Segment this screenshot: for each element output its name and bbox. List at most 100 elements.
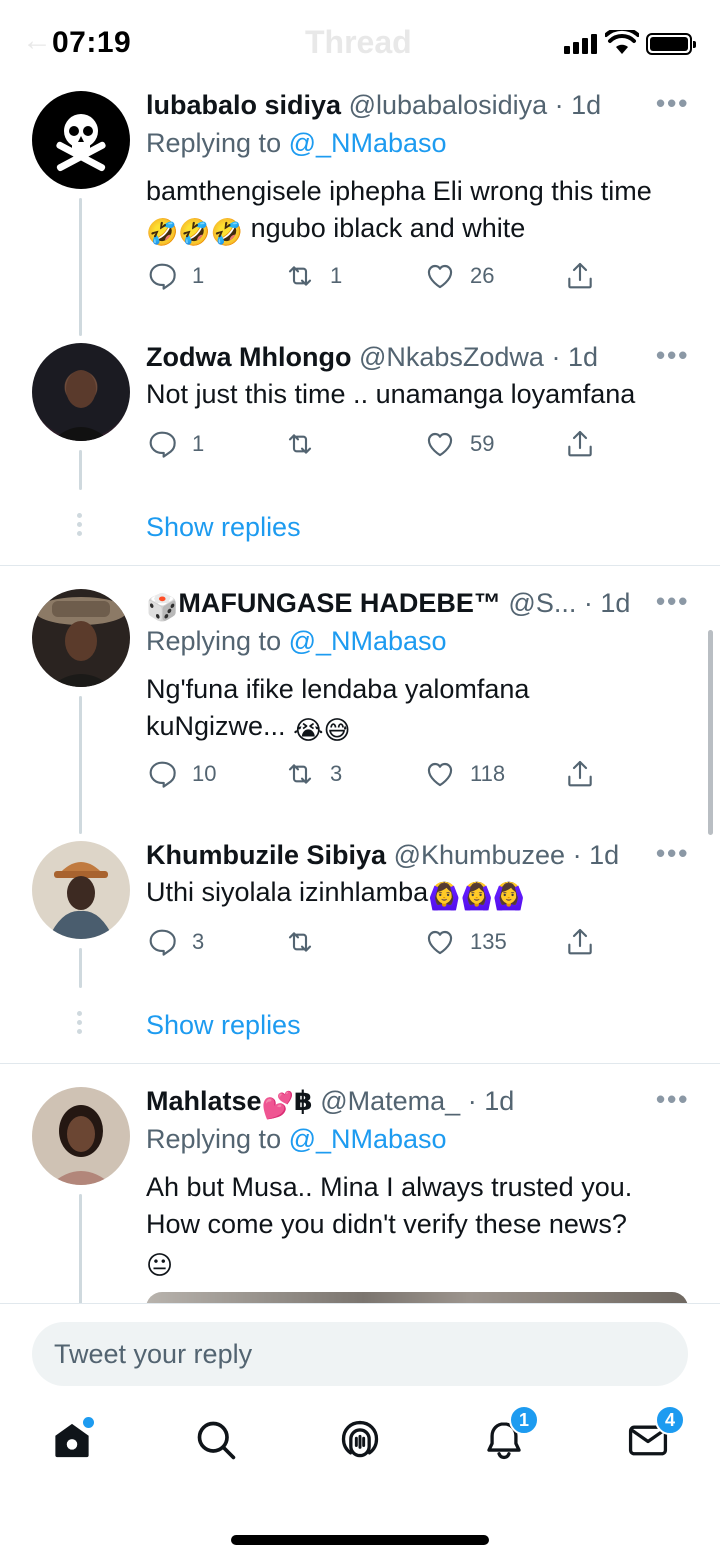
like-count: 118 (470, 761, 506, 786)
tweet-time: · 1d (551, 342, 598, 372)
like-button[interactable]: 135 (424, 926, 507, 958)
media-preview[interactable] (146, 1292, 688, 1303)
mention-link[interactable]: @_NMabaso (289, 128, 447, 158)
reply-count: 3 (192, 929, 205, 954)
show-replies-link[interactable]: Show replies (146, 1010, 301, 1041)
heart-icon (427, 930, 453, 955)
author-handle[interactable]: @S... (508, 588, 576, 618)
retweet-icon (288, 434, 312, 454)
like-button[interactable]: 118 (424, 758, 505, 790)
thread-line (79, 1194, 82, 1303)
home-indicator (231, 1535, 489, 1545)
more-options-icon[interactable]: ••• (656, 88, 689, 119)
scrollbar[interactable] (708, 630, 713, 835)
share-icon (568, 760, 592, 787)
tweet[interactable]: Mahlatse💕฿ @Matema_ · 1d ••• Replying to… (0, 1084, 720, 1303)
divider (0, 565, 720, 566)
tweet[interactable]: 🎲MAFUNGASE HADEBE™ @S... · 1d ••• Replyi… (0, 586, 720, 836)
avatar[interactable] (32, 841, 130, 939)
skull-crossbones-icon (56, 114, 106, 172)
share-icon (568, 430, 592, 457)
thread-line (79, 696, 82, 834)
avatar[interactable] (32, 91, 130, 189)
like-count: 59 (470, 431, 495, 456)
like-button[interactable]: 59 (424, 428, 494, 460)
bottom-tab-bar: 1 4 (0, 1405, 720, 1490)
author-name[interactable]: lubabalo sidiya (146, 90, 341, 120)
tab-search[interactable] (186, 1410, 246, 1470)
tweet-emoji: 🙆‍♀️🙆‍♀️🙆‍♀️ (428, 881, 526, 911)
reply-button[interactable]: 10 (146, 758, 216, 790)
author-name[interactable]: MAFUNGASE HADEBE™ (178, 588, 501, 618)
reply-count: 1 (192, 431, 205, 456)
tweet-emoji: 😭😅 (293, 715, 351, 745)
tweet-text: Ng'funa ifike lendaba yalomfana kuNgizwe… (146, 674, 530, 745)
reply-icon (149, 431, 176, 458)
tab-spaces[interactable] (330, 1410, 390, 1470)
author-handle[interactable]: @Matema_ (320, 1086, 460, 1116)
thread-continuation-dots (76, 1011, 84, 1038)
like-button[interactable]: 26 (424, 260, 494, 292)
search-icon (197, 1421, 236, 1460)
tweet[interactable]: Zodwa Mhlongo @NkabsZodwa · 1d ••• Not j… (0, 340, 720, 500)
more-options-icon[interactable]: ••• (656, 340, 689, 371)
retweet-button[interactable] (284, 428, 330, 460)
more-options-icon[interactable]: ••• (656, 1084, 689, 1115)
tab-notifications[interactable]: 1 (474, 1405, 539, 1470)
tweet-time: · 1d (467, 1086, 515, 1116)
author-handle[interactable]: @lubabalosidiya (349, 90, 548, 120)
notifications-badge: 1 (509, 1405, 539, 1435)
home-unread-dot (83, 1417, 94, 1428)
messages-badge: 4 (655, 1405, 685, 1435)
thread-continuation-dots (76, 513, 84, 540)
share-button[interactable] (564, 428, 596, 460)
retweet-icon (288, 266, 312, 286)
retweet-button[interactable]: 3 (284, 758, 342, 790)
status-time: 07:19 (52, 26, 132, 59)
more-options-icon[interactable]: ••• (656, 586, 689, 617)
share-button[interactable] (564, 260, 596, 292)
back-arrow-icon[interactable]: ← (22, 24, 52, 58)
divider (0, 1063, 720, 1064)
tweet[interactable]: Khumbuzile Sibiya @Khumbuzee · 1d ••• Ut… (0, 838, 720, 998)
reply-icon (149, 263, 176, 290)
avatar[interactable] (32, 589, 130, 687)
tab-messages[interactable]: 4 (618, 1405, 685, 1470)
reply-button[interactable]: 1 (146, 428, 204, 460)
retweet-button[interactable] (284, 926, 330, 958)
tweet-actions: 1 1 26 (146, 260, 616, 294)
tweet-reply-input[interactable] (32, 1322, 688, 1386)
reply-count: 1 (192, 263, 205, 288)
replying-to: Replying to @_NMabaso (146, 1124, 447, 1154)
retweet-button[interactable]: 1 (284, 260, 342, 292)
tweet-actions: 1 59 (146, 428, 616, 462)
heart-icon (427, 264, 453, 289)
share-button[interactable] (564, 758, 596, 790)
mention-link[interactable]: @_NMabaso (289, 626, 447, 656)
avatar[interactable] (32, 343, 130, 441)
author-name[interactable]: Zodwa Mhlongo (146, 342, 351, 372)
more-options-icon[interactable]: ••• (656, 838, 689, 869)
tweet[interactable]: lubabalo sidiya @lubabalosidiya · 1d •••… (0, 88, 720, 338)
reply-icon (149, 929, 176, 956)
author-name[interactable]: Khumbuzile Sibiya (146, 840, 386, 870)
thread-line (79, 948, 82, 988)
tweet-actions: 3 135 (146, 926, 616, 960)
author-handle[interactable]: @NkabsZodwa (359, 342, 544, 372)
thread-line (79, 198, 82, 336)
tab-home[interactable] (42, 1410, 102, 1470)
mention-link[interactable]: @_NMabaso (289, 1124, 447, 1154)
tweet-emoji: 🤣🤣🤣 (146, 217, 244, 247)
avatar[interactable] (32, 1087, 130, 1185)
retweet-count: 3 (330, 761, 343, 786)
reply-button[interactable]: 1 (146, 260, 204, 292)
author-handle[interactable]: @Khumbuzee (394, 840, 566, 870)
share-button[interactable] (564, 926, 596, 958)
show-replies-link[interactable]: Show replies (146, 512, 301, 543)
heart-icon (427, 432, 453, 457)
author-name[interactable]: Mahlatse (146, 1086, 262, 1116)
retweet-icon (288, 932, 312, 952)
tweet-time: · 1d (572, 840, 620, 870)
tweet-text: bamthengisele iphepha Eli wrong this tim… (146, 176, 652, 247)
reply-button[interactable]: 3 (146, 926, 204, 958)
